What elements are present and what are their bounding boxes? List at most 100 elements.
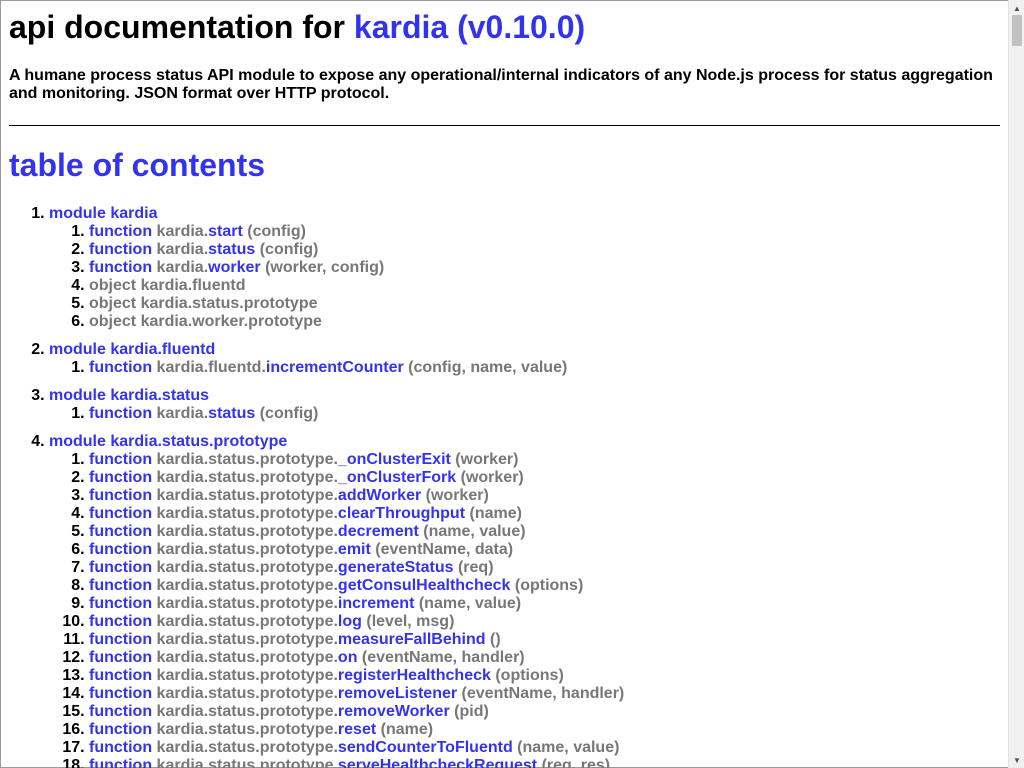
function-link[interactable]: function kardia.worker (worker, config)	[89, 259, 384, 276]
member-name: generateStatus	[337, 559, 454, 576]
member-args: (req)	[457, 559, 494, 576]
member-prefix: kardia.status.prototype.	[156, 703, 338, 720]
function-link[interactable]: function kardia.status.prototype.clearTh…	[89, 505, 522, 522]
member-name: log	[337, 613, 362, 630]
member-item: function kardia.status.prototype.measure…	[89, 631, 1000, 649]
member-args: (config)	[259, 241, 319, 258]
member-args: (eventName, data)	[375, 541, 514, 558]
module-link[interactable]: module kardia	[49, 205, 157, 222]
member-name: registerHealthcheck	[337, 667, 491, 684]
module-link[interactable]: module kardia.fluentd	[49, 341, 215, 358]
function-link[interactable]: function kardia.status.prototype.on (eve…	[89, 649, 525, 666]
function-link[interactable]: function kardia.status.prototype.removeL…	[89, 685, 624, 702]
function-keyword: function	[89, 559, 153, 576]
member-name: _onClusterFork	[337, 469, 457, 486]
member-prefix: kardia.status.prototype.	[156, 505, 338, 522]
member-item: function kardia.status.prototype.clearTh…	[89, 505, 1000, 523]
function-link[interactable]: function kardia.status.prototype.emit (e…	[89, 541, 513, 558]
function-link[interactable]: function kardia.fluentd.incrementCounter…	[89, 359, 567, 376]
member-name: sendCounterToFluentd	[337, 739, 513, 756]
toc-module-item: module kardia.status.prototypefunction k…	[49, 433, 1000, 768]
member-name: removeListener	[337, 685, 458, 702]
function-link[interactable]: function kardia.start (config)	[89, 223, 306, 240]
member-item: function kardia.status.prototype.on (eve…	[89, 649, 1000, 667]
member-item: function kardia.status.prototype.emit (e…	[89, 541, 1000, 559]
page-title: api documentation for kardia (v0.10.0)	[9, 9, 1000, 46]
page: api documentation for kardia (v0.10.0) A…	[0, 0, 1008, 768]
function-keyword: function	[89, 631, 153, 648]
member-name: on	[337, 649, 358, 666]
module-link[interactable]: module kardia.status	[49, 387, 209, 404]
member-prefix: kardia.	[156, 405, 209, 422]
member-name: addWorker	[337, 487, 422, 504]
member-prefix: kardia.status.prototype.	[156, 649, 338, 666]
vertical-scrollbar[interactable]: ▲ ▼	[1008, 0, 1024, 768]
member-prefix: kardia.	[156, 259, 209, 276]
member-item: function kardia.status.prototype.registe…	[89, 667, 1000, 685]
scroll-up-icon[interactable]: ▲	[1009, 0, 1024, 16]
function-link[interactable]: function kardia.status.prototype.serveHe…	[89, 757, 610, 768]
member-name: worker	[208, 259, 261, 276]
function-link[interactable]: function kardia.status.prototype._onClus…	[89, 469, 524, 486]
function-keyword: function	[89, 223, 153, 240]
function-link[interactable]: function kardia.status.prototype.sendCou…	[89, 739, 619, 756]
function-keyword: function	[89, 721, 153, 738]
member-args: (config)	[247, 223, 306, 240]
function-link[interactable]: function kardia.status (config)	[89, 405, 318, 422]
member-prefix: kardia.status.prototype.	[156, 757, 338, 768]
function-link[interactable]: function kardia.status.prototype.increme…	[89, 595, 521, 612]
function-keyword: function	[89, 451, 153, 468]
member-item: function kardia.worker (worker, config)	[89, 259, 1000, 277]
object-entry: object kardia.worker.prototype	[89, 313, 322, 330]
divider	[9, 125, 1000, 126]
function-link[interactable]: function kardia.status.prototype.log (le…	[89, 613, 454, 630]
scrollbar-thumb[interactable]	[1012, 15, 1022, 46]
member-name: clearThroughput	[337, 505, 466, 522]
package-description: A humane process status API module to ex…	[9, 67, 993, 102]
function-link[interactable]: function kardia.status.prototype.removeW…	[89, 703, 489, 720]
function-link[interactable]: function kardia.status.prototype._onClus…	[89, 451, 518, 468]
member-name: _onClusterExit	[337, 451, 451, 468]
function-keyword: function	[89, 739, 153, 756]
member-prefix: kardia.status.prototype.	[156, 559, 338, 576]
function-link[interactable]: function kardia.status.prototype.registe…	[89, 667, 564, 684]
member-name: status	[208, 241, 256, 258]
function-keyword: function	[89, 259, 153, 276]
function-link[interactable]: function kardia.status (config)	[89, 241, 318, 258]
scroll-down-icon[interactable]: ▼	[1009, 752, 1024, 768]
member-item: function kardia.status.prototype.increme…	[89, 595, 1000, 613]
member-args: (pid)	[454, 703, 489, 720]
package-link[interactable]: kardia (v0.10.0)	[354, 9, 585, 45]
member-prefix: kardia.fluentd.	[156, 359, 266, 376]
member-name: removeWorker	[337, 703, 450, 720]
member-prefix: kardia.status.prototype.	[156, 595, 338, 612]
page-content: api documentation for kardia (v0.10.0) A…	[0, 9, 1008, 768]
member-args: (worker, config)	[265, 259, 385, 276]
function-link[interactable]: function kardia.status.prototype.getCons…	[89, 577, 583, 594]
function-link[interactable]: function kardia.status.prototype.reset (…	[89, 721, 433, 738]
member-item: function kardia.status.prototype.decreme…	[89, 523, 1000, 541]
member-item: function kardia.status.prototype.removeL…	[89, 685, 1000, 703]
member-name: measureFallBehind	[337, 631, 486, 648]
object-entry: object kardia.status.prototype	[89, 295, 318, 312]
function-keyword: function	[89, 469, 153, 486]
page-title-prefix: api documentation for	[9, 9, 345, 45]
member-item: function kardia.status.prototype.getCons…	[89, 577, 1000, 595]
toc-module-item: module kardiafunction kardia.start (conf…	[49, 205, 1000, 331]
member-args: (eventName, handler)	[361, 649, 525, 666]
function-keyword: function	[89, 359, 153, 376]
member-item: function kardia.status.prototype.addWork…	[89, 487, 1000, 505]
function-link[interactable]: function kardia.status.prototype.generat…	[89, 559, 494, 576]
member-item: object kardia.worker.prototype	[89, 313, 1000, 331]
function-link[interactable]: function kardia.status.prototype.addWork…	[89, 487, 489, 504]
toc-heading: table of contents	[9, 147, 266, 183]
member-args: (worker)	[455, 451, 519, 468]
function-link[interactable]: function kardia.status.prototype.measure…	[89, 631, 501, 648]
module-link[interactable]: module kardia.status.prototype	[49, 433, 287, 450]
toc-module-list: module kardiafunction kardia.start (conf…	[9, 205, 1000, 768]
function-keyword: function	[89, 523, 153, 540]
function-link[interactable]: function kardia.status.prototype.decreme…	[89, 523, 526, 540]
member-item: function kardia.status.prototype.log (le…	[89, 613, 1000, 631]
member-args: (name, value)	[423, 523, 526, 540]
member-prefix: kardia.	[156, 223, 209, 240]
